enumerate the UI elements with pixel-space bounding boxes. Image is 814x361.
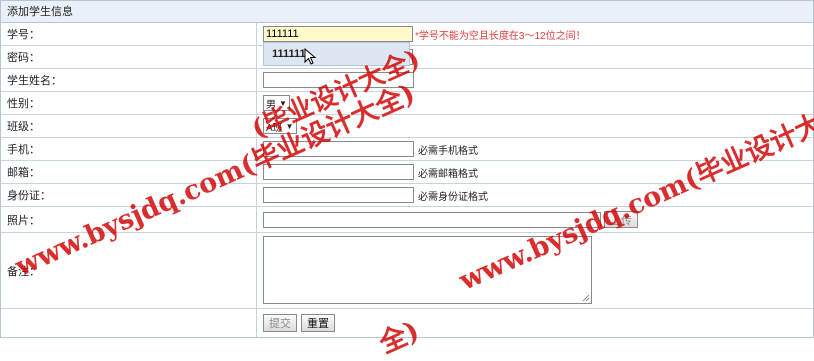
row-phone: 手机： 必需手机格式 xyxy=(1,138,813,161)
photo-path-input[interactable] xyxy=(263,211,601,228)
class-cell: A班 ▼ xyxy=(263,115,297,137)
row-remarks: 备注： xyxy=(1,233,813,309)
student-id-input[interactable] xyxy=(263,26,413,42)
autocomplete-dropdown[interactable]: 111111 xyxy=(263,42,410,66)
phone-hint: 必需手机格式 xyxy=(418,145,478,157)
remarks-wrapper xyxy=(263,236,592,304)
actions-cell: 提交 重置 xyxy=(263,309,335,337)
phone-label: 手机： xyxy=(1,138,257,160)
class-select-value: A班 xyxy=(266,122,283,134)
row-email: 邮箱： 必需邮箱格式 xyxy=(1,161,813,184)
name-label: 学生姓名： xyxy=(1,69,257,91)
gender-cell: 男 ▼ xyxy=(263,92,290,114)
reset-button[interactable]: 重置 xyxy=(301,314,335,332)
remarks-textarea[interactable] xyxy=(263,236,592,304)
upload-button[interactable]: 上传 xyxy=(604,211,638,228)
class-label: 班级： xyxy=(1,115,257,137)
submit-button[interactable]: 提交 xyxy=(263,314,297,332)
password-label: 密码： xyxy=(1,46,257,68)
student-id-label: 学号： xyxy=(1,23,257,45)
mouse-pointer-icon xyxy=(304,48,317,65)
phone-input[interactable] xyxy=(263,141,414,157)
row-name: 学生姓名： xyxy=(1,69,813,92)
id-card-input[interactable] xyxy=(263,187,414,203)
email-hint: 必需邮箱格式 xyxy=(418,168,478,180)
row-photo: 照片： 上传 xyxy=(1,207,813,233)
email-label: 邮箱： xyxy=(1,161,257,183)
row-class: 班级： A班 ▼ xyxy=(1,115,813,138)
email-input[interactable] xyxy=(263,164,414,180)
actions-label-spacer xyxy=(1,309,257,337)
triangle-down-icon: ▼ xyxy=(285,121,294,131)
photo-cell: 上传 xyxy=(263,207,638,232)
gender-select-value: 男 xyxy=(266,99,276,111)
name-cell xyxy=(263,69,414,91)
triangle-down-icon: ▼ xyxy=(279,98,287,108)
gender-select[interactable]: 男 ▼ xyxy=(263,95,290,111)
student-id-error: *学号不能为空且长度在3～12位之间！ xyxy=(415,30,586,42)
resize-grip-icon[interactable] xyxy=(582,294,590,302)
id-card-hint: 必需身份证格式 xyxy=(418,191,488,203)
remarks-label: 备注： xyxy=(1,233,257,308)
name-input[interactable] xyxy=(263,72,414,88)
row-gender: 性别： 男 ▼ xyxy=(1,92,813,115)
id-card-label: 身份证： xyxy=(1,184,257,206)
photo-label: 照片： xyxy=(1,207,257,232)
remarks-cell xyxy=(263,233,592,311)
class-select[interactable]: A班 ▼ xyxy=(263,118,297,134)
panel-title: 添加学生信息 xyxy=(1,1,813,23)
email-cell: 必需邮箱格式 xyxy=(263,161,478,183)
autocomplete-suggestion[interactable]: 111111 xyxy=(272,48,306,60)
phone-cell: 必需手机格式 xyxy=(263,138,478,160)
gender-label: 性别： xyxy=(1,92,257,114)
id-card-cell: 必需身份证格式 xyxy=(263,184,488,206)
row-actions: 提交 重置 xyxy=(1,309,813,337)
row-id-card: 身份证： 必需身份证格式 xyxy=(1,184,813,207)
